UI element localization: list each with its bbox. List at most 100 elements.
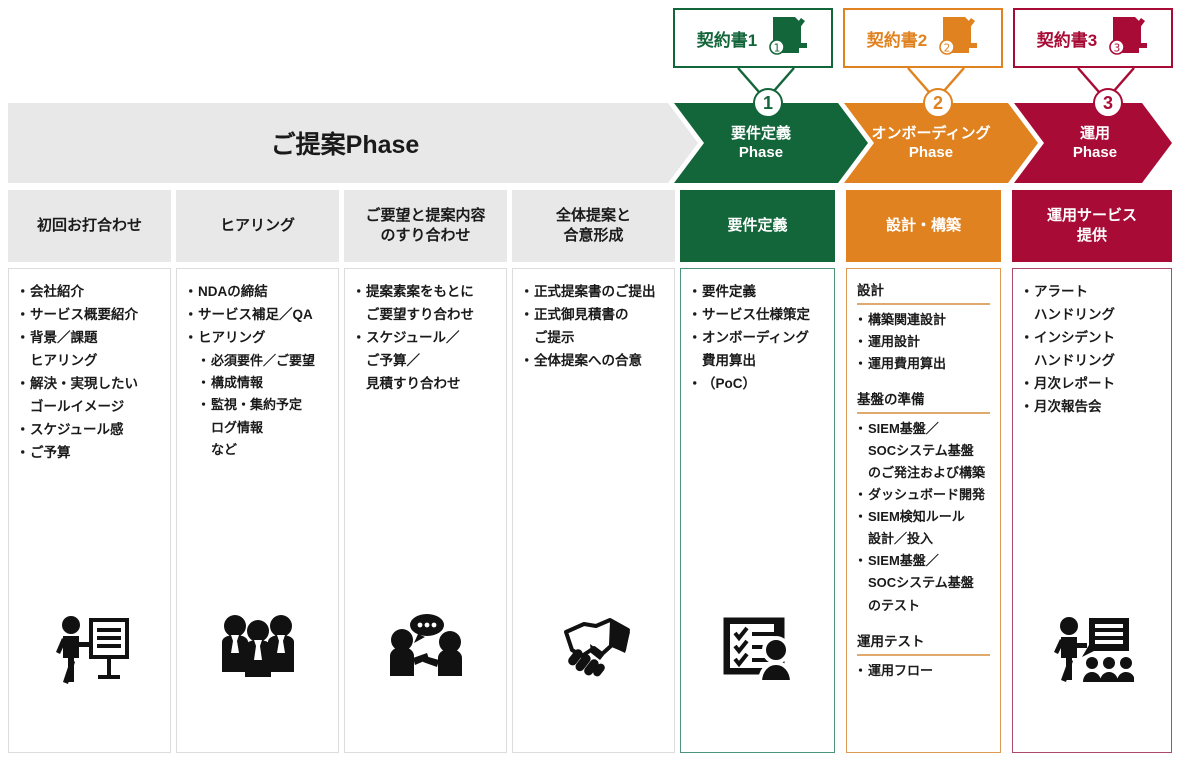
phase-badge-1: 1 <box>753 88 783 118</box>
list-item: のご発注および構築 <box>868 465 986 481</box>
list-item: ご予算／ <box>366 353 420 368</box>
list-item: オンボーディング <box>688 327 824 349</box>
presenter-board-icon <box>50 612 130 684</box>
checklist-person-icon <box>718 612 798 684</box>
list-item: ハンドリング <box>1034 353 1115 368</box>
list-item: 費用算出 <box>702 353 756 368</box>
list-item: 会社紹介 <box>16 281 160 303</box>
list-item: スケジュール／ <box>352 327 496 349</box>
list-item: ご予算 <box>16 442 160 464</box>
list-item: 解決・実現したい <box>16 373 160 395</box>
list-item: 要件定義 <box>688 281 824 303</box>
contract-scroll-icon: 1 <box>763 14 809 63</box>
phase-badge-3: 3 <box>1093 88 1123 118</box>
presenter-audience-icon <box>1052 612 1134 684</box>
contract-number-1: 1 <box>774 42 781 54</box>
list-item: ヒアリング <box>30 353 98 368</box>
bullet-list: NDAの締結 サービス補足／QA ヒアリング 必須要件／ご要望 構成情報 監視・… <box>184 281 328 460</box>
contract-number-2: 2 <box>944 42 951 54</box>
subheader-label: ヒアリング <box>219 216 295 234</box>
contract-label-3: 契約書3 <box>1036 30 1098 50</box>
list-item: SIEM検知ルール <box>854 506 990 527</box>
group-design: 設計 構築関連設計 運用設計 運用費用算出 <box>854 279 990 374</box>
subheader-first-meeting: 初回お打合わせ <box>8 190 171 262</box>
list-item: など <box>211 441 238 457</box>
list-item: のテスト <box>868 597 921 613</box>
list-item: スケジュール感 <box>16 419 160 441</box>
contract-label-1: 契約書1 <box>696 30 758 50</box>
contract-box-2: 契約書2 2 <box>843 8 1003 68</box>
group-infrastructure-prep: 基盤の準備 SIEM基盤／ SOCシステム基盤 のご発注および構築 ダッシュボー… <box>854 388 990 615</box>
list-item: 監視・集約予定 <box>187 394 328 415</box>
subheader-label: ご要望と提案内容 のすり合わせ <box>365 206 486 244</box>
list-item: 運用費用算出 <box>854 353 990 374</box>
group-heading: 設計 <box>857 279 990 305</box>
list-item: 設計／投入 <box>868 531 934 547</box>
subheader-overall-proposal: 全体提案と 合意形成 <box>512 190 675 262</box>
list-item: サービス概要紹介 <box>16 304 160 326</box>
list-item: 月次レポート <box>1020 373 1161 395</box>
list-item: ダッシュボード開発 <box>854 484 990 505</box>
list-item: SIEM基盤／ <box>854 418 990 439</box>
bullet-list: 会社紹介 サービス概要紹介 背景／課題 ヒアリング 解決・実現したい ゴールイメ… <box>16 281 160 464</box>
conversation-icon <box>386 612 466 684</box>
list-item: 提案素案をもとに <box>352 281 496 303</box>
list-item: サービス補足／QA <box>184 304 328 326</box>
list-item: 背景／課題 <box>16 327 160 349</box>
phase-arrow-proposal <box>8 103 698 183</box>
contract-box-1: 契約書1 1 <box>673 8 833 68</box>
subheader-requirement-alignment: ご要望と提案内容 のすり合わせ <box>344 190 507 262</box>
subheader-design-build: 設計・構築 <box>846 190 1001 262</box>
list-item: （PoC） <box>688 373 824 395</box>
three-people-icon <box>218 612 298 684</box>
list-item: インシデント <box>1020 327 1161 349</box>
bullet-list: 正式提案書のご提出 正式御見積書の ご提示 全体提案への合意 <box>520 281 664 372</box>
list-item: 正式提案書のご提出 <box>520 281 664 303</box>
handshake-icon <box>552 612 636 684</box>
list-item: SOCシステム基盤 <box>868 443 974 459</box>
bullet-list: SIEM基盤／ SOCシステム基盤 のご発注および構築 ダッシュボード開発 SI… <box>854 418 990 615</box>
contract-box-3: 契約書3 3 <box>1013 8 1173 68</box>
list-item: NDAの締結 <box>184 281 328 303</box>
list-item: 全体提案への合意 <box>520 350 664 372</box>
subheader-requirement-definition: 要件定義 <box>680 190 835 262</box>
contract-scroll-icon: 3 <box>1103 14 1149 63</box>
bullet-list: 提案素案をもとに ご要望すり合わせ スケジュール／ ご予算／ 見積すり合わせ <box>352 281 496 395</box>
contract-number-3: 3 <box>1114 42 1121 54</box>
phase-arrow-bar <box>8 103 1172 183</box>
list-item: 構築関連設計 <box>854 309 990 330</box>
bullet-list: 運用フロー <box>854 660 990 681</box>
bullet-list: アラート ハンドリング インシデント ハンドリング 月次レポート 月次報告会 <box>1020 281 1161 418</box>
list-item: 見積すり合わせ <box>366 376 461 391</box>
contract-label-2: 契約書2 <box>866 30 928 50</box>
subheader-label: 運用サービス 提供 <box>1046 206 1137 244</box>
list-item: 月次報告会 <box>1020 396 1161 418</box>
list-item: 運用設計 <box>854 331 990 352</box>
list-item: ゴールイメージ <box>30 399 125 414</box>
list-item: ハンドリング <box>1034 307 1115 322</box>
subheader-hearing: ヒアリング <box>176 190 339 262</box>
list-item: ログ情報 <box>211 419 264 435</box>
group-operation-test: 運用テスト 運用フロー <box>854 630 990 681</box>
bullet-list: 構築関連設計 運用設計 運用費用算出 <box>854 309 990 374</box>
subheader-label: 初回お打合わせ <box>36 216 142 234</box>
bullet-list: 要件定義 サービス仕様策定 オンボーディング 費用算出 （PoC） <box>688 281 824 395</box>
subheader-label: 全体提案と 合意形成 <box>555 206 631 244</box>
list-item: SOCシステム基盤 <box>868 575 974 591</box>
list-item: 運用フロー <box>854 660 990 681</box>
subheader-operation-service: 運用サービス 提供 <box>1012 190 1172 262</box>
list-item: ご要望すり合わせ <box>366 307 474 322</box>
process-diagram: 契約書1 1 契約書2 2 契約書3 3 ご提案Phase 要件定義 Phase… <box>0 0 1180 765</box>
content-box-design-build: 設計 構築関連設計 運用設計 運用費用算出 基盤の準備 SIEM基盤／ SOCシ… <box>846 268 1001 753</box>
list-item: アラート <box>1020 281 1161 303</box>
list-item: 正式御見積書の <box>520 304 664 326</box>
list-item: ヒアリング <box>184 327 328 349</box>
subheader-label: 要件定義 <box>727 216 788 234</box>
list-item: ご提示 <box>534 330 575 345</box>
list-item: 必須要件／ご要望 <box>187 350 328 371</box>
subheader-label: 設計・構築 <box>885 216 961 234</box>
list-item: サービス仕様策定 <box>688 304 824 326</box>
list-item: SIEM基盤／ <box>854 550 990 571</box>
phase-badge-2: 2 <box>923 88 953 118</box>
group-heading: 基盤の準備 <box>857 388 990 415</box>
